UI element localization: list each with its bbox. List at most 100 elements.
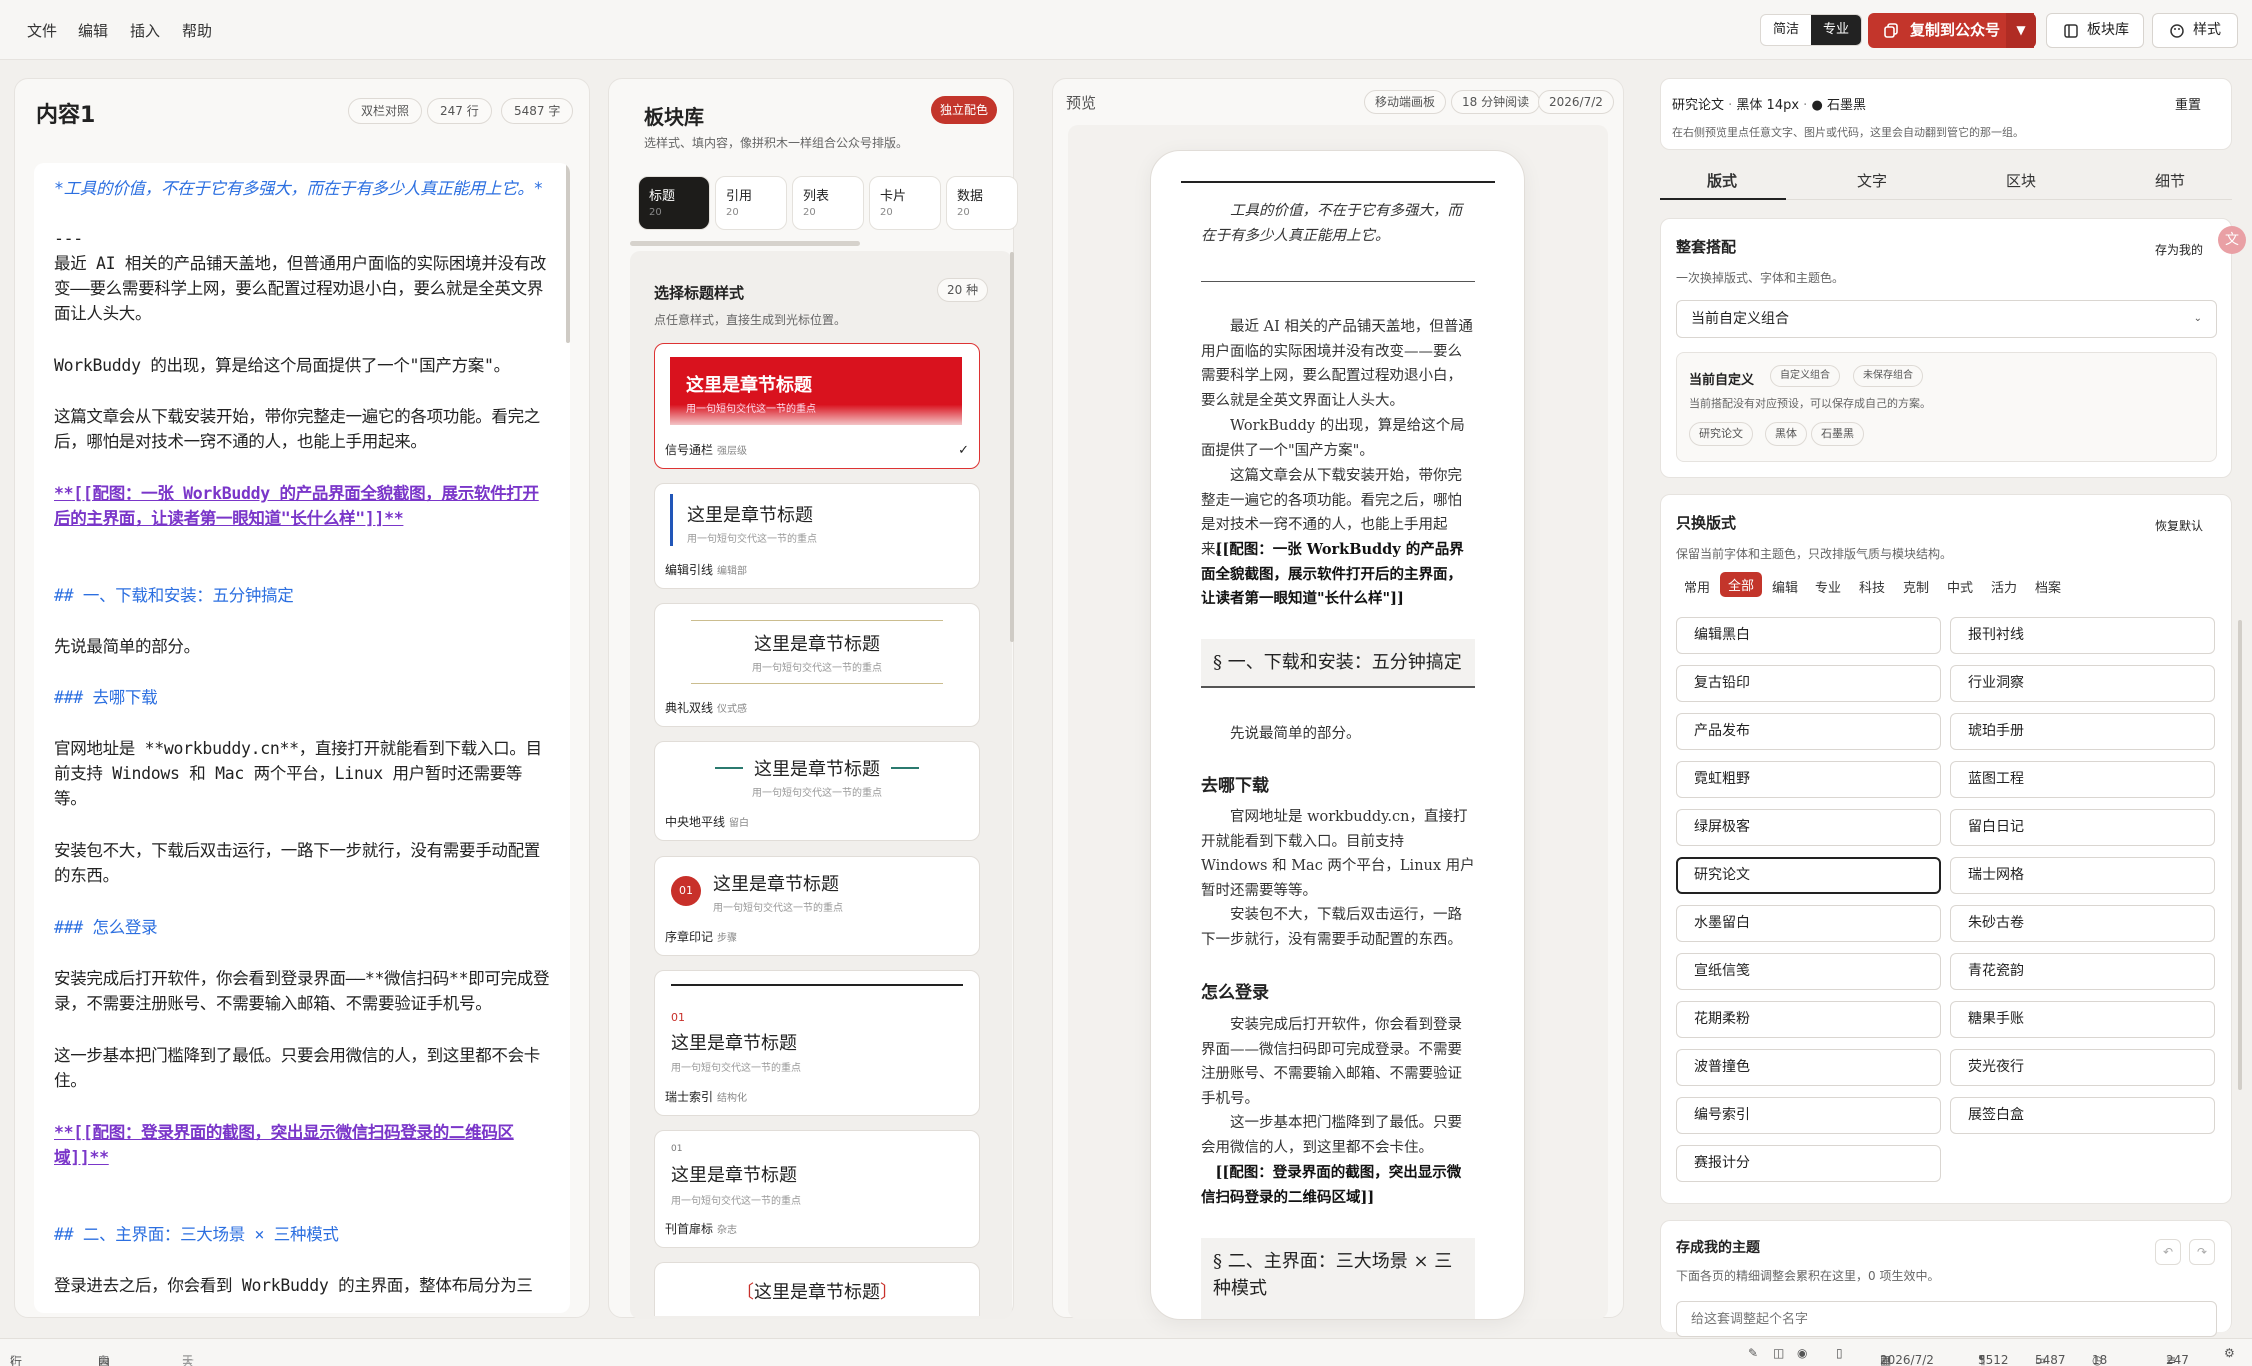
filter-vivid[interactable]: 活力	[1991, 577, 2017, 596]
layout-option[interactable]: 编号索引	[1676, 1097, 1941, 1134]
style-card-magazine[interactable]: 01 这里是章节标题 用一句短句交代这一节的重点 刊首扉标 杂志	[654, 1130, 980, 1248]
tab-layout[interactable]: 版式	[1647, 170, 1797, 191]
editor-scrollbar[interactable]	[566, 163, 570, 343]
copy-dropdown-button[interactable]: ▼	[2006, 13, 2036, 48]
card-name: 中央地平线	[665, 815, 726, 829]
layout-option[interactable]: 水墨留白	[1676, 905, 1941, 942]
preview-line: WorkBuddy 的出现，算是给这个局面提供了一个"国产方案"。	[1201, 418, 1465, 459]
markdown-editor[interactable]: *工具的价值，不在于它有多强大，而在于有多少人真正能用上它。* --- 最近 A…	[34, 163, 570, 1313]
layout-option[interactable]: 留白日记	[1950, 809, 2215, 846]
layout-option[interactable]: 青花瓷韵	[1950, 953, 2215, 990]
tab-quote[interactable]: 引用 20	[715, 176, 787, 230]
layout-option[interactable]: 编辑黑白	[1676, 617, 1941, 654]
reset-button[interactable]: 重置	[2175, 94, 2201, 113]
combo-select[interactable]: 当前自定义组合 ⌄	[1676, 300, 2217, 338]
mode-pro-button[interactable]: 专业	[1811, 15, 1861, 45]
mobile-device-icon[interactable]: ▯	[1836, 1346, 1843, 1360]
filter-chinese[interactable]: 中式	[1947, 577, 1973, 596]
style-card-chapter-mark[interactable]: 01 这里是章节标题 用一句短句交代这一节的重点 序章印记 步骤	[654, 856, 980, 956]
card-sub: 用一句短句交代这一节的重点	[687, 534, 817, 545]
style-card-bracket[interactable]: 〔这里是章节标题〕	[654, 1262, 980, 1316]
device-pill[interactable]: 移动端画板	[1364, 90, 1447, 114]
settings-icon[interactable]: ⚙	[2224, 1346, 2235, 1360]
layout-option[interactable]: 赛报计分	[1676, 1145, 1941, 1182]
mode-simple-button[interactable]: 简洁	[1761, 15, 1811, 45]
blocks-library-button[interactable]: 板块库	[2046, 13, 2144, 48]
menu-insert[interactable]: 插入	[130, 20, 160, 41]
preview-line: 这一步基本把门槛降到了最低。只要会用微信的人，到这里都不会卡住。	[1201, 1115, 1462, 1156]
editor-line: 先说最简单的部分。	[54, 637, 200, 656]
layout-option[interactable]: 霓虹粗野	[1676, 761, 1941, 798]
card-heading: 这里是章节标题	[754, 634, 880, 655]
translate-icon[interactable]: 文	[2218, 226, 2246, 254]
menu-help[interactable]: 帮助	[182, 20, 212, 41]
tab-data[interactable]: 数据 20	[946, 176, 1018, 230]
style-card-editor-lead[interactable]: 这里是章节标题 用一句短句交代这一节的重点 编辑引线 编辑部	[654, 483, 980, 589]
style-card-signal-bar[interactable]: 这里是章节标题 用一句短句交代这一节的重点 信号通栏 强层级 ✓	[654, 343, 980, 469]
chevron-updown-icon: ⇕	[98, 1353, 109, 1366]
layout-option[interactable]: 绿屏极客	[1676, 809, 1941, 846]
undo-icon[interactable]: ↶	[2155, 1239, 2181, 1265]
edit-mode-icon[interactable]: ✎	[1748, 1346, 1758, 1360]
layout-option[interactable]: 琥珀手册	[1950, 713, 2215, 750]
style-summary: 研究论文 · 黑体 14px · ● 石墨黑	[1672, 98, 1866, 113]
top-rule	[1181, 181, 1495, 183]
tab-heading[interactable]: 标题 20	[638, 176, 710, 230]
layout-option[interactable]: 朱砂古卷	[1950, 905, 2215, 942]
tab-list[interactable]: 列表 20	[792, 176, 864, 230]
preview-eye-icon[interactable]: ◉	[1797, 1346, 1807, 1360]
split-view-icon[interactable]: ◫	[1773, 1346, 1784, 1360]
tab-card[interactable]: 卡片 20	[869, 176, 941, 230]
menu-file[interactable]: 文件	[27, 20, 57, 41]
card-name: 序章印记	[665, 930, 714, 944]
filter-restrained[interactable]: 克制	[1903, 577, 1929, 596]
layout-option[interactable]: 展签白盒	[1950, 1097, 2215, 1134]
top-rule	[691, 620, 943, 621]
layout-option[interactable]: 波普撞色	[1676, 1049, 1941, 1086]
preview-h2: § 二、主界面：三大场景 × 三种模式	[1201, 1238, 1475, 1319]
style-button[interactable]: 样式	[2152, 13, 2238, 48]
custom-tag: 自定义组合	[1770, 365, 1840, 387]
layout-option[interactable]: 报刊衬线	[1950, 617, 2215, 654]
style-scrollbar[interactable]	[2238, 620, 2242, 1090]
layout-option[interactable]: 蓝图工程	[1950, 761, 2215, 798]
summary-layout: 研究论文	[1672, 98, 1725, 113]
layout-option[interactable]: 复古铅印	[1676, 665, 1941, 702]
menu-edit[interactable]: 编辑	[78, 20, 108, 41]
filter-editorial[interactable]: 编辑	[1772, 577, 1798, 596]
layout-option[interactable]: 瑞士网格	[1950, 857, 2215, 894]
filter-tech[interactable]: 科技	[1859, 577, 1885, 596]
style-card-ceremony[interactable]: 这里是章节标题 用一句短句交代这一节的重点 典礼双线 仪式感	[654, 603, 980, 727]
layout-option[interactable]: 糖果手账	[1950, 1001, 2215, 1038]
tabs-scrollbar[interactable]	[630, 241, 860, 246]
card-name: 刊首扉标	[665, 1222, 714, 1236]
editor-title: 内容1	[36, 103, 96, 128]
redo-icon[interactable]: ↷	[2189, 1239, 2215, 1265]
filter-all[interactable]: 全部	[1720, 572, 1763, 597]
blocks-scrollbar[interactable]	[1010, 252, 1014, 642]
top-rule	[671, 984, 963, 986]
layout-option[interactable]: 花期柔粉	[1676, 1001, 1941, 1038]
layout-option[interactable]: 产品发布	[1676, 713, 1941, 750]
filter-common[interactable]: 常用	[1684, 577, 1710, 596]
style-card-swiss-index[interactable]: 01 这里是章节标题 用一句短句交代这一节的重点 瑞士索引 结构化	[654, 970, 980, 1116]
layout-option[interactable]: 宣纸信笺	[1676, 953, 1941, 990]
section-title: 选择标题样式	[654, 284, 745, 302]
tab-block[interactable]: 区块	[1946, 170, 2096, 191]
style-card-horizon[interactable]: 这里是章节标题 用一句短句交代这一节的重点 中央地平线 留白	[654, 741, 980, 841]
save-as-mine-button[interactable]: 存为我的	[2155, 241, 2203, 258]
layout-option[interactable]: 行业洞察	[1950, 665, 2215, 702]
layout-option[interactable]: 荧光夜行	[1950, 1049, 2215, 1086]
layout-option-selected[interactable]: 研究论文	[1676, 857, 1941, 894]
check-icon: ✓	[958, 443, 969, 458]
twocol-pill[interactable]: 双栏对照	[348, 98, 423, 124]
independent-color-badge[interactable]: 独立配色	[931, 96, 997, 124]
filter-professional[interactable]: 专业	[1815, 577, 1841, 596]
tab-text[interactable]: 文字	[1797, 170, 1947, 191]
editor-line: ## 二、主界面：三大场景 × 三种模式	[54, 1225, 339, 1244]
filter-archive[interactable]: 档案	[2035, 577, 2061, 596]
restore-default-button[interactable]: 恢复默认	[2155, 517, 2203, 534]
tab-detail[interactable]: 细节	[2095, 170, 2245, 191]
theme-name-input[interactable]	[1676, 1301, 2217, 1337]
card-tag: 留白	[729, 818, 750, 829]
